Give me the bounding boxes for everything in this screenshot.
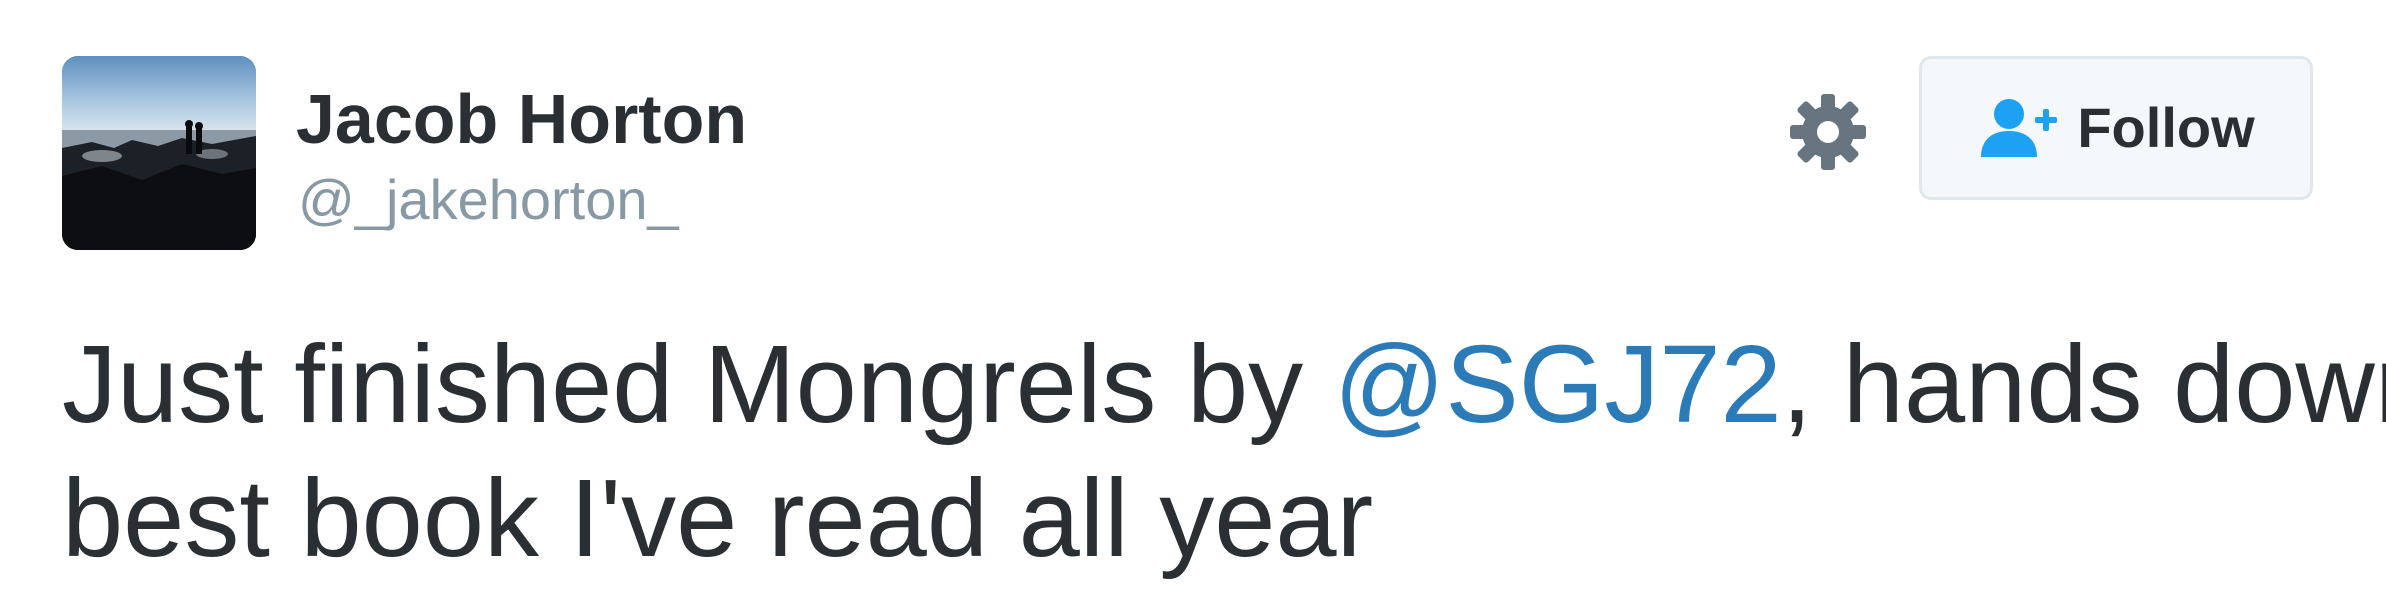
tweet-card: Jacob Horton @_jakehorton_ Follow Just f… [0,0,2386,600]
tweet-text: Just finished Mongrels by @SGJ72, hands … [62,318,2386,586]
tweet-text-segment: Just finished Mongrels by [62,323,1334,446]
avatar[interactable] [62,56,256,250]
avatar-photo [62,56,256,250]
gear-icon[interactable] [1788,92,1868,172]
user-name[interactable]: Jacob Horton [296,84,747,154]
person-plus-icon [1981,99,2058,157]
follow-label: Follow [2077,96,2255,159]
user-handle[interactable]: @_jakehorton_ [298,172,679,228]
mention-link[interactable]: @SGJ72 [1334,323,1782,446]
follow-button[interactable]: Follow [1919,56,2313,200]
tweet-text-line-1: Just finished Mongrels by @SGJ72, hands … [62,318,2386,452]
tweet-text-line-2: best book I've read all year [62,457,1374,580]
tweet-text-segment: , hands down [1781,323,2386,446]
